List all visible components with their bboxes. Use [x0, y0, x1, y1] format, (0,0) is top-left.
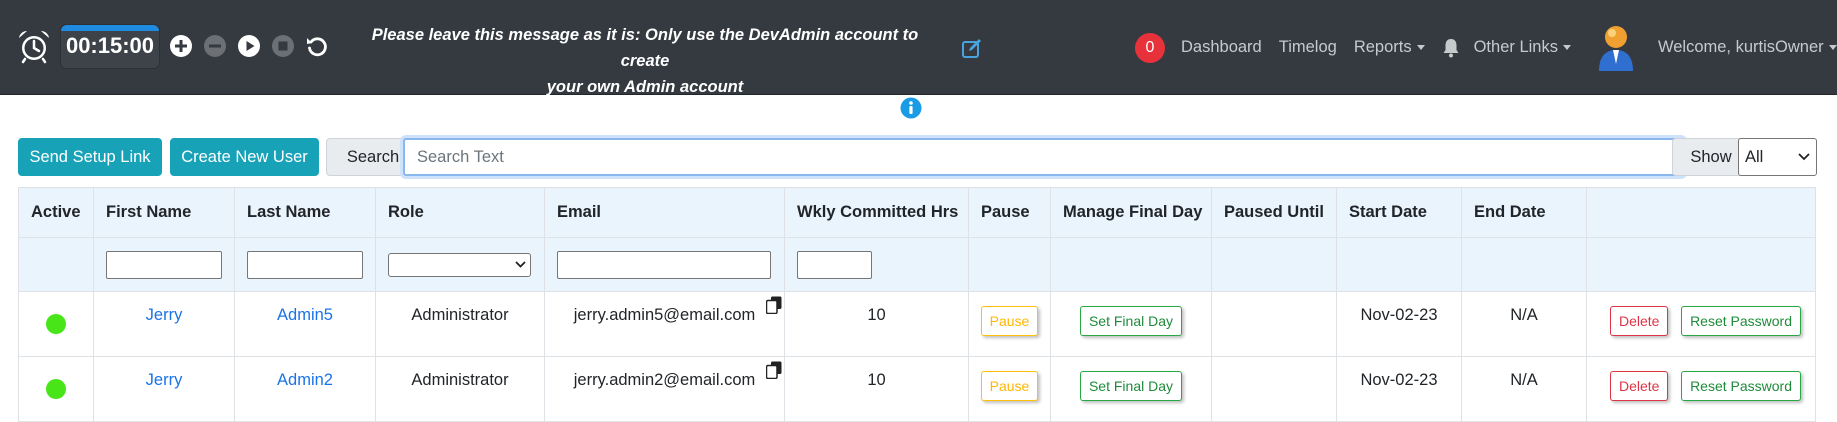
- reset-icon[interactable]: [304, 33, 330, 59]
- nav-dashboard[interactable]: Dashboard: [1181, 38, 1262, 57]
- first-name-filter-input[interactable]: [106, 250, 222, 279]
- set-final-day-button[interactable]: Set Final Day: [1079, 371, 1183, 401]
- alarm-clock-icon[interactable]: [16, 28, 52, 64]
- col-email: Email: [544, 187, 785, 238]
- col-start-date: Start Date: [1336, 187, 1462, 238]
- chevron-down-icon: [1562, 45, 1571, 50]
- col-manage-final-day: Manage Final Day: [1050, 187, 1212, 238]
- col-wkly-committed-hrs: Wkly Committed Hrs: [784, 187, 969, 238]
- search-input[interactable]: [403, 138, 1684, 176]
- paused-until-cell: [1211, 356, 1337, 422]
- show-select-value: All: [1745, 147, 1764, 166]
- start-date-cell: Nov-02-23: [1336, 356, 1462, 422]
- col-active: Active: [18, 187, 94, 238]
- nav-timelog[interactable]: Timelog: [1279, 38, 1337, 57]
- last-name-link[interactable]: Admin5: [277, 306, 333, 324]
- timer-value: 00:15:00: [65, 33, 155, 58]
- delete-button[interactable]: Delete: [1610, 371, 1669, 401]
- col-last-name: Last Name: [234, 187, 376, 238]
- nav-other-links-label: Other Links: [1473, 38, 1558, 56]
- timer-display[interactable]: 00:15:00: [60, 23, 160, 69]
- bell-icon[interactable]: [1442, 38, 1460, 58]
- pause-button[interactable]: Pause: [980, 371, 1039, 401]
- col-role: Role: [375, 187, 545, 238]
- reset-password-button[interactable]: Reset Password: [1681, 306, 1801, 336]
- chevron-down-icon: [1416, 45, 1425, 50]
- subtract-time-icon[interactable]: [202, 33, 228, 59]
- notice-line-2: your own Admin account: [546, 78, 744, 96]
- role-cell: Administrator: [375, 291, 545, 357]
- wkly-hrs-cell: 10: [784, 291, 969, 357]
- set-final-day-button[interactable]: Set Final Day: [1079, 306, 1183, 336]
- col-pause: Pause: [968, 187, 1051, 238]
- notice-line-1: Please leave this message as it is: Only…: [371, 26, 919, 70]
- start-date-cell: Nov-02-23: [1336, 291, 1462, 357]
- end-date-cell: N/A: [1461, 356, 1587, 422]
- create-new-user-button[interactable]: Create New User: [170, 138, 319, 176]
- nav-right: 0 Dashboard Timelog Reports Other Links …: [1135, 0, 1837, 95]
- pause-button[interactable]: Pause: [980, 306, 1039, 336]
- chevron-down-icon: [1798, 153, 1810, 161]
- role-filter-select[interactable]: [388, 252, 531, 277]
- top-navbar: 00:15:00 Please leave this message as it…: [0, 0, 1837, 96]
- col-first-name: First Name: [93, 187, 235, 238]
- add-time-icon[interactable]: [168, 33, 194, 59]
- nav-other-links[interactable]: Other Links: [1474, 38, 1571, 57]
- timer-progress-bar: [61, 24, 159, 31]
- last-name-filter-input[interactable]: [247, 250, 363, 279]
- active-status-dot[interactable]: [46, 379, 66, 399]
- delete-button[interactable]: Delete: [1610, 306, 1669, 336]
- active-status-dot[interactable]: [46, 314, 66, 334]
- wkly-hrs-filter-input[interactable]: [797, 250, 872, 279]
- table-row: Jerry Admin5 Administrator jerry.admin5@…: [18, 291, 1816, 357]
- info-icon[interactable]: [900, 97, 922, 119]
- nav-welcome-user[interactable]: Welcome, kurtisOwner: [1658, 38, 1837, 57]
- nav-reports-label: Reports: [1353, 38, 1412, 56]
- send-setup-link-button[interactable]: Send Setup Link: [18, 138, 162, 176]
- filter-row: [18, 237, 1816, 292]
- col-actions: [1586, 187, 1816, 238]
- col-end-date: End Date: [1461, 187, 1587, 238]
- reset-password-button[interactable]: Reset Password: [1681, 371, 1801, 401]
- paused-until-cell: [1211, 291, 1337, 357]
- play-icon[interactable]: [236, 33, 262, 59]
- table-row: Jerry Admin2 Administrator jerry.admin2@…: [18, 356, 1816, 422]
- email-text: jerry.admin2@email.com: [573, 371, 756, 389]
- admin-notice: Please leave this message as it is: Only…: [360, 22, 930, 100]
- copy-icon[interactable]: [766, 361, 782, 379]
- timer-group: 00:15:00: [16, 22, 330, 70]
- last-name-link[interactable]: Admin2: [277, 371, 333, 389]
- nav-reports[interactable]: Reports: [1354, 38, 1425, 57]
- copy-icon[interactable]: [766, 296, 782, 314]
- user-toolbar: Send Setup Link Create New User Search S…: [18, 138, 1818, 177]
- wkly-hrs-cell: 10: [784, 356, 969, 422]
- first-name-link[interactable]: Jerry: [146, 371, 183, 389]
- table-header-row: Active First Name Last Name Role Email W…: [18, 187, 1816, 238]
- edit-icon[interactable]: [961, 37, 983, 59]
- chevron-down-icon: [515, 261, 526, 268]
- end-date-cell: N/A: [1461, 291, 1587, 357]
- stop-icon[interactable]: [270, 33, 296, 59]
- email-text: jerry.admin5@email.com: [573, 306, 756, 324]
- notification-badge[interactable]: 0: [1135, 32, 1165, 63]
- col-paused-until: Paused Until: [1211, 187, 1337, 238]
- first-name-link[interactable]: Jerry: [146, 306, 183, 324]
- email-filter-input[interactable]: [557, 250, 771, 279]
- role-cell: Administrator: [375, 356, 545, 422]
- avatar[interactable]: [1596, 24, 1636, 72]
- nav-welcome-label: Welcome, kurtisOwner: [1657, 38, 1824, 56]
- users-table: Active First Name Last Name Role Email W…: [18, 187, 1816, 422]
- show-select[interactable]: All: [1738, 138, 1817, 176]
- chevron-down-icon: [1828, 45, 1837, 50]
